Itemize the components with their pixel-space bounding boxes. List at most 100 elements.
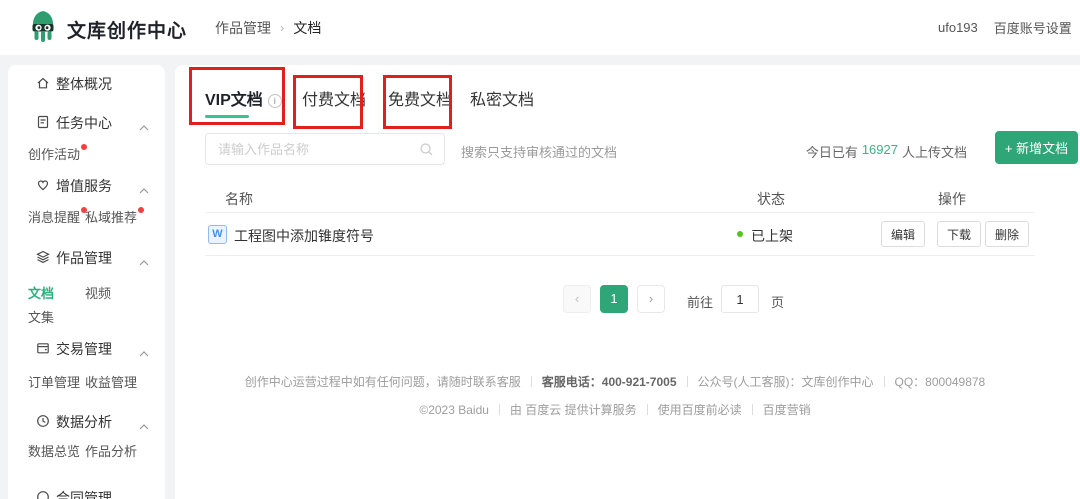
sidebar-item-label: 任务中心 [56, 113, 112, 133]
column-header-name: 名称 [225, 189, 253, 209]
sidebar-item-contract-management[interactable]: 合同管理 [8, 489, 165, 499]
chevron-up-icon[interactable] [138, 418, 150, 434]
sidebar-item-trade-management[interactable]: 交易管理 [8, 340, 165, 358]
subitem-label: 文集 [28, 310, 54, 325]
wallet-icon [35, 340, 51, 359]
add-document-button[interactable]: + 新增文档 [995, 131, 1078, 164]
subitem-label: 数据总览 [28, 444, 80, 459]
sidebar-subitem-works-analysis[interactable]: 作品分析 [85, 444, 137, 460]
footer-copyright: ©2023 Baidu [419, 403, 489, 417]
subitem-label: 创作活动 [28, 147, 80, 162]
pagination-goto-label: 前往 [687, 292, 713, 311]
sidebar-subitem-videos[interactable]: 视频 [85, 286, 111, 302]
sidebar-subitem-collections[interactable]: 文集 [28, 310, 54, 326]
word-doc-icon: W [208, 225, 227, 244]
sidebar-item-task-center[interactable]: 任务中心 [8, 114, 165, 132]
delete-button[interactable]: 删除 [985, 221, 1029, 247]
squid-mascot-icon [28, 10, 58, 49]
breadcrumb-current: 文档 [293, 18, 321, 38]
divider [752, 404, 753, 415]
breadcrumb-parent[interactable]: 作品管理 [215, 18, 271, 38]
pagination-page-1[interactable]: 1 [600, 285, 628, 313]
subitem-label: 私域推荐 [85, 210, 137, 225]
sidebar-subitem-order-management[interactable]: 订单管理 [28, 375, 80, 391]
circle-icon [35, 489, 51, 499]
divider [531, 376, 532, 387]
subitem-label: 订单管理 [28, 375, 80, 390]
footer-line-2: ©2023 Baidu 由 百度云 提供计算服务 使用百度前必读 百度营销 [175, 401, 1055, 418]
status-badge: 已上架 [751, 226, 793, 246]
pagination-next-button[interactable]: › [637, 285, 665, 313]
sidebar-item-label: 数据分析 [56, 412, 112, 432]
breadcrumb-separator: › [280, 20, 284, 35]
footer-support-text: 创作中心运营过程中如有任何问题，请随时联系客服 [245, 375, 521, 389]
download-button[interactable]: 下载 [937, 221, 981, 247]
account-settings-link[interactable]: 百度账号设置 [994, 18, 1072, 37]
footer-cloud-link[interactable]: 由 百度云 提供计算服务 [510, 403, 637, 417]
tab-paid-docs[interactable]: 付费文档 [302, 91, 366, 111]
heart-icon [35, 177, 51, 196]
search-hint: 搜索只支持审核通过的文档 [461, 142, 617, 161]
sidebar: 整体概况 任务中心 创作活动 增值服务 消息提醒 私域推荐 作品管理 文档 视频… [8, 65, 165, 499]
home-icon [35, 75, 51, 94]
subitem-label: 视频 [85, 286, 111, 301]
divider [647, 404, 648, 415]
footer-marketing-link[interactable]: 百度营销 [763, 403, 811, 417]
chevron-up-icon[interactable] [138, 182, 150, 198]
sidebar-subitem-creation-activity[interactable]: 创作活动 [28, 147, 87, 163]
app-logo[interactable]: 文库创作中心 [28, 10, 187, 49]
task-list-icon [35, 114, 51, 133]
sidebar-item-label: 合同管理 [56, 488, 112, 499]
active-tab-underline [205, 115, 249, 118]
tab-label: VIP文档 [205, 91, 263, 111]
sidebar-subitem-private-recommend[interactable]: 私域推荐 [85, 210, 144, 226]
table-divider [205, 255, 1035, 256]
sidebar-item-overview[interactable]: 整体概况 [8, 75, 165, 93]
sidebar-item-works-management[interactable]: 作品管理 [8, 249, 165, 267]
footer-qq: QQ：800049878 [895, 375, 986, 389]
status-dot [737, 231, 743, 237]
sidebar-subitem-income-management[interactable]: 收益管理 [85, 375, 137, 391]
edit-button[interactable]: 编辑 [881, 221, 925, 247]
tab-free-docs[interactable]: 免费文档 [388, 91, 452, 111]
column-header-status: 状态 [757, 189, 785, 209]
header-user-area: ufo193 百度账号设置 退出 [938, 0, 1080, 55]
notification-dot [138, 207, 144, 213]
tab-label: 私密文档 [470, 91, 534, 111]
footer-phone: 客服电话：400-921-7005 [542, 375, 677, 389]
main-content: VIP文档 i 付费文档 免费文档 私密文档 搜索只支持审核通过的文档 今日已有… [175, 65, 1080, 499]
layers-icon [35, 249, 51, 268]
search-box [205, 133, 445, 165]
username[interactable]: ufo193 [938, 20, 978, 35]
tab-vip-docs[interactable]: VIP文档 i [205, 91, 282, 111]
sidebar-subitem-data-overview[interactable]: 数据总览 [28, 444, 80, 460]
subitem-label: 收益管理 [85, 375, 137, 390]
app-title: 文库创作中心 [67, 16, 187, 43]
pagination-prev-button[interactable]: ‹ [563, 285, 591, 313]
chevron-up-icon[interactable] [138, 254, 150, 270]
sidebar-subitem-message-reminder[interactable]: 消息提醒 [28, 210, 87, 226]
document-title[interactable]: 工程图中添加锥度符号 [234, 226, 374, 246]
clock-icon [35, 413, 51, 432]
stat-prefix: 今日已有 [806, 142, 858, 161]
upload-stat: 今日已有 16927 人上传文档 [806, 142, 967, 161]
tab-private-docs[interactable]: 私密文档 [470, 91, 534, 111]
sidebar-item-value-added[interactable]: 增值服务 [8, 177, 165, 195]
sidebar-item-label: 增值服务 [56, 176, 112, 196]
wenku-creation-center-page: 文库创作中心 作品管理 › 文档 ufo193 百度账号设置 退出 整体概况 任… [0, 0, 1080, 499]
footer-line-1: 创作中心运营过程中如有任何问题，请随时联系客服 客服电话：400-921-7005… [175, 373, 1055, 390]
chevron-up-icon[interactable] [138, 119, 150, 135]
chevron-up-icon[interactable] [138, 345, 150, 361]
footer-notice-link[interactable]: 使用百度前必读 [658, 403, 742, 417]
tab-label: 付费文档 [302, 91, 366, 111]
sidebar-subitem-docs[interactable]: 文档 [28, 286, 54, 302]
info-icon[interactable]: i [268, 94, 282, 108]
pagination-page-input[interactable] [721, 285, 759, 313]
divider [687, 376, 688, 387]
sidebar-item-data-analysis[interactable]: 数据分析 [8, 413, 165, 431]
footer-wechat: 公众号(人工客服)：文库创作中心 [698, 375, 874, 389]
search-icon[interactable] [419, 142, 434, 162]
subitem-label: 作品分析 [85, 444, 137, 459]
search-input[interactable] [206, 134, 406, 164]
divider [884, 376, 885, 387]
